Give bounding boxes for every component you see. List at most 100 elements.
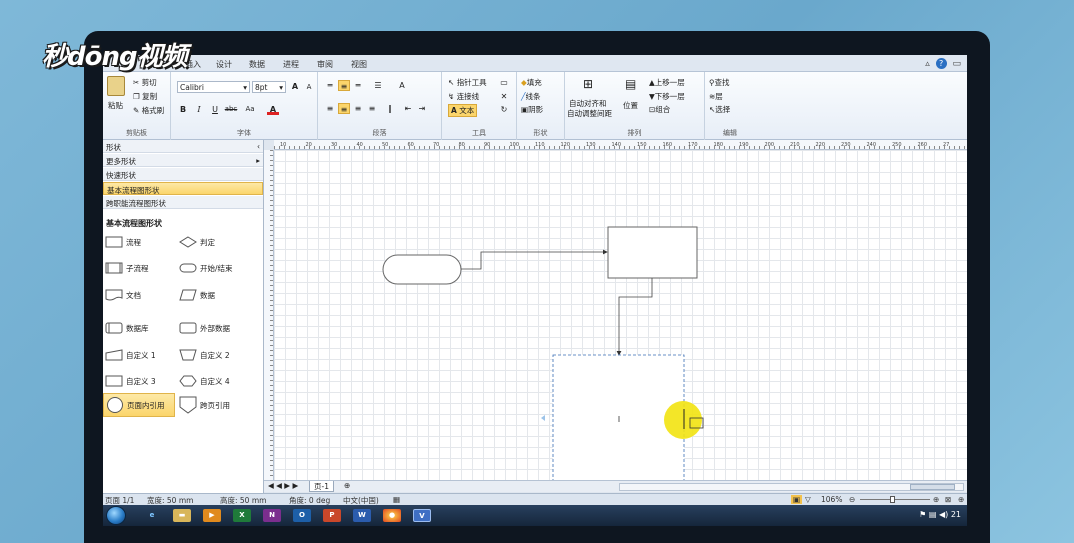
tab-design[interactable]: 设计 (216, 59, 232, 70)
shape-custom-4[interactable]: 自定义 4 (179, 371, 230, 391)
word-icon[interactable]: W (353, 509, 371, 522)
full-screen-icon[interactable]: ▣ (791, 495, 803, 504)
zoom-out-icon[interactable]: ⊖ (849, 495, 855, 504)
shape-custom-3[interactable]: 自定义 3 (105, 371, 156, 391)
position-icon[interactable]: ▤ (625, 77, 636, 91)
clock[interactable]: 21 (951, 510, 961, 519)
connector-2[interactable] (616, 278, 653, 356)
pan-icon[interactable]: ⊕ (958, 495, 964, 504)
align-middle-icon[interactable]: ≡ (338, 80, 350, 91)
tab-review[interactable]: 审阅 (317, 59, 333, 70)
align-left-icon[interactable]: ≡ (324, 103, 336, 114)
zoom-level[interactable]: 106% (821, 495, 842, 504)
volume-icon[interactable]: ◀) (939, 510, 948, 519)
tab-insert[interactable]: 插入 (185, 59, 201, 70)
help-icon[interactable]: ? (935, 58, 947, 69)
group-button[interactable]: ⊡组合 (649, 104, 670, 115)
auto-space-label[interactable]: 自动调整间距 (567, 108, 612, 119)
powerpoint-icon[interactable]: P (323, 509, 341, 522)
connector-1[interactable] (461, 249, 608, 270)
layers-button[interactable]: ≋层 (709, 91, 723, 102)
paste-button[interactable]: 粘贴 (108, 100, 123, 111)
shape-external-data[interactable]: 外部数据 (179, 318, 230, 338)
increase-indent-icon[interactable]: ⇥ (416, 103, 428, 114)
pointer-tool-button[interactable]: ↖ 指针工具 (448, 77, 487, 88)
page-nav-icon[interactable]: ◀ ◀ ▶ ▶ (268, 481, 298, 490)
ribbon-minimize-icon[interactable]: ▵ (925, 59, 930, 69)
chevron-left-icon[interactable]: ‹ (257, 142, 260, 151)
cut-button[interactable]: ✂ 剪切 (133, 77, 157, 88)
outlook-icon[interactable]: O (293, 509, 311, 522)
font-size-combo[interactable]: 8pt ▾ (252, 81, 286, 93)
rotate-icon[interactable]: ↻ (498, 104, 510, 115)
align-right-icon[interactable]: ≡ (352, 103, 364, 114)
start-button[interactable] (106, 506, 126, 525)
connector-button[interactable]: ↯ 连接线 (448, 91, 479, 102)
rectangle-icon[interactable]: ▭ (498, 77, 510, 88)
cross-functional-item[interactable]: 跨职能流程图形状 (103, 196, 263, 209)
terminator-shape[interactable] (382, 254, 462, 285)
chrome-icon[interactable]: ● (383, 509, 401, 522)
fit-page-icon[interactable]: ⊠ (945, 495, 951, 504)
align-bottom-icon[interactable]: ═ (352, 80, 364, 91)
shadow-button[interactable]: ▣阴影 (521, 104, 543, 115)
macro-icon[interactable]: ▦ (393, 495, 400, 504)
more-shapes-item[interactable]: 更多形状 ▸ (103, 154, 263, 167)
justify-icon[interactable]: ≡ (366, 103, 378, 114)
shape-off-page-reference[interactable]: 跨页引用 (179, 395, 230, 415)
paste-icon[interactable] (107, 76, 125, 96)
grow-font-button[interactable]: A (289, 81, 301, 92)
italic-button[interactable]: I (193, 104, 205, 115)
tab-view[interactable]: 视图 (351, 59, 367, 70)
presentation-icon[interactable]: ▽ (805, 495, 811, 504)
align-top-icon[interactable]: ═ (324, 80, 336, 91)
excel-icon[interactable]: X (233, 509, 251, 522)
onenote-icon[interactable]: N (263, 509, 281, 522)
font-name-combo[interactable]: Calibri ▾ (177, 81, 250, 93)
insert-page-icon[interactable]: ⊕ (344, 481, 350, 490)
left-handle-icon[interactable] (541, 415, 545, 421)
text-direction-icon[interactable]: A (396, 80, 408, 91)
bullets-icon[interactable]: ☰ (372, 80, 384, 91)
fill-button[interactable]: ◆填充 (521, 77, 542, 88)
shape-custom-2[interactable]: 自定义 2 (179, 345, 230, 365)
shape-database[interactable]: 数据库 (105, 318, 149, 338)
select-button[interactable]: ↖选择 (709, 104, 730, 115)
shape-document[interactable]: 文档 (105, 285, 141, 305)
zoom-slider-knob[interactable] (890, 496, 895, 503)
shape-decision[interactable]: 判定 (179, 232, 215, 252)
format-painter-button[interactable]: ✎ 格式刷 (133, 105, 164, 116)
copy-button[interactable]: ❐ 复制 (133, 91, 157, 102)
zoom-slider[interactable] (860, 499, 930, 500)
drawing-canvas[interactable] (274, 150, 967, 480)
align-center-icon[interactable]: ≡ (338, 103, 350, 114)
close-icon[interactable]: ✕ (498, 91, 510, 102)
media-player-icon[interactable]: ▶ (203, 509, 221, 522)
shape-on-page-reference[interactable]: 页面内引用 (103, 393, 175, 417)
position-button[interactable]: 位置 (623, 100, 638, 111)
bold-button[interactable]: B (177, 104, 189, 115)
page-tab[interactable]: 页-1 (309, 481, 334, 492)
line-button[interactable]: ╱线条 (521, 91, 541, 102)
process-shape[interactable] (607, 226, 698, 279)
decrease-indent-icon[interactable]: ⇤ (402, 103, 414, 114)
window-minimize-icon[interactable]: ▭ (952, 59, 961, 69)
tab-process[interactable]: 进程 (283, 59, 299, 70)
horizontal-scrollbar[interactable] (619, 483, 964, 491)
tab-data[interactable]: 数据 (249, 59, 265, 70)
network-icon[interactable]: ▤ (929, 510, 937, 519)
find-button[interactable]: ⚲查找 (709, 77, 730, 88)
shrink-font-button[interactable]: A (303, 82, 315, 93)
underline-button[interactable]: U (209, 104, 221, 115)
folder-icon[interactable]: ▬ (173, 509, 191, 522)
shape-subprocess[interactable]: 子流程 (105, 258, 149, 278)
shape-start-end[interactable]: 开始/结束 (179, 258, 233, 278)
scroll-thumb[interactable] (910, 484, 955, 490)
basic-flowchart-item[interactable]: 基本流程图形状 (103, 182, 263, 195)
bring-forward-button[interactable]: ▲上移一层 (649, 77, 685, 88)
shapes-pane-header[interactable]: 形状 ‹ (103, 140, 263, 153)
change-case-button[interactable]: Aa (241, 104, 259, 115)
flag-icon[interactable]: ⚑ (919, 510, 926, 519)
quick-shapes-item[interactable]: 快速形状 (103, 168, 263, 181)
send-backward-button[interactable]: ▼下移一层 (649, 91, 685, 102)
